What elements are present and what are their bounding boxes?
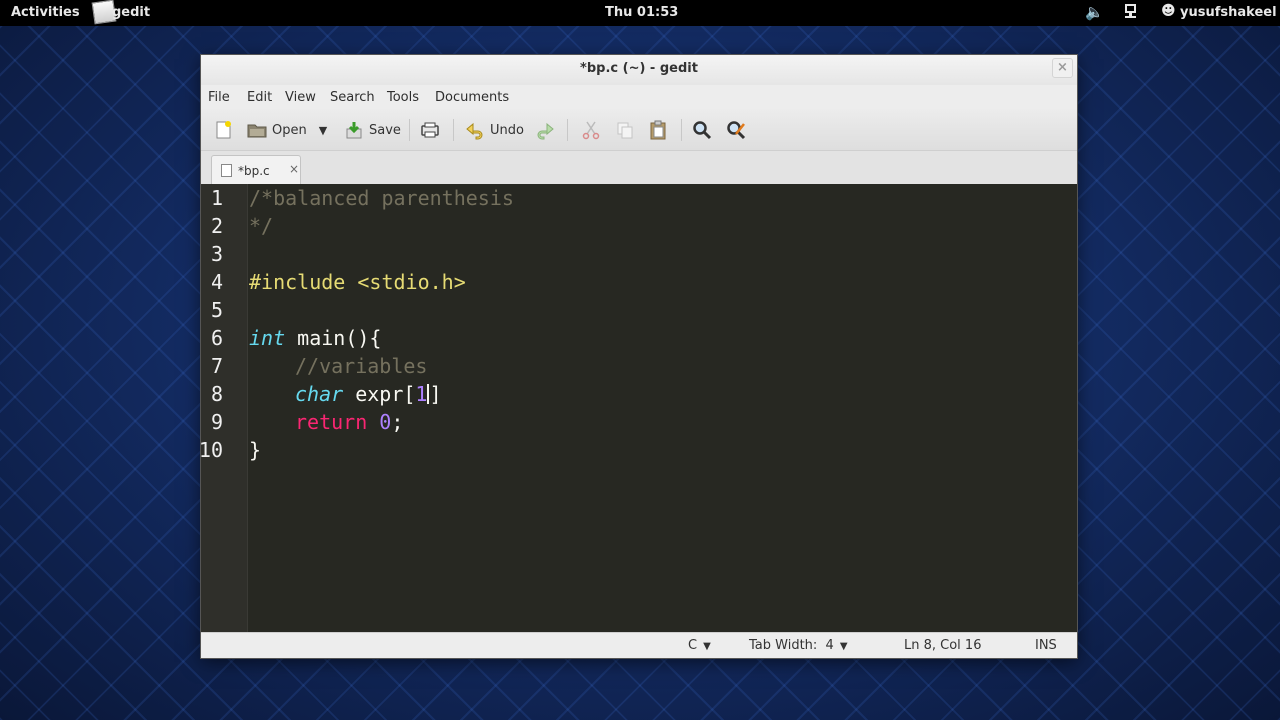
gedit-window: *bp.c (~) - gedit × File Edit View Searc… bbox=[198, 55, 1077, 658]
tab-close-icon[interactable]: × bbox=[289, 162, 299, 176]
find-replace-icon bbox=[726, 120, 746, 140]
code-line-10: } bbox=[249, 438, 262, 462]
language-label: C bbox=[688, 638, 698, 653]
toolbar-separator bbox=[453, 119, 454, 141]
undo-icon bbox=[465, 120, 485, 140]
language-selector[interactable]: C ▼ bbox=[688, 638, 711, 653]
activities-button[interactable]: Activities bbox=[11, 5, 80, 20]
menu-search[interactable]: Search bbox=[330, 90, 375, 105]
code-text: main(){ bbox=[285, 326, 382, 350]
find-replace-button[interactable] bbox=[726, 118, 746, 142]
keyword-token: return bbox=[295, 410, 368, 434]
network-icon[interactable] bbox=[1124, 4, 1137, 20]
line-number: 10 bbox=[198, 438, 223, 462]
code-line-6: int main(){ bbox=[249, 324, 381, 352]
line-number: 8 bbox=[210, 382, 223, 406]
close-window-button[interactable]: × bbox=[1052, 58, 1073, 78]
document-icon bbox=[221, 164, 232, 177]
tab-label: *bp.c bbox=[238, 164, 270, 178]
cut-icon bbox=[581, 120, 601, 140]
window-title: *bp.c (~) - gedit bbox=[580, 61, 698, 76]
new-document-button[interactable] bbox=[213, 118, 233, 142]
toolbar: Open ▼ Save Undo bbox=[201, 109, 1077, 151]
tab-bp-c[interactable]: *bp.c × bbox=[211, 155, 301, 184]
comment-token: //variables bbox=[295, 354, 428, 378]
tab-width-selector[interactable]: Tab Width: 4 ▼ bbox=[749, 638, 848, 653]
cursor-position: Ln 8, Col 16 bbox=[904, 638, 982, 653]
top-bar: Activities gedit Thu 01:53 🔈 ☻ yusufshak… bbox=[0, 0, 1280, 26]
open-button[interactable]: Open ▼ bbox=[247, 118, 327, 142]
window-titlebar[interactable]: *bp.c (~) - gedit × bbox=[201, 55, 1077, 85]
search-icon bbox=[692, 120, 712, 140]
code-line-9: return 0; bbox=[295, 408, 403, 436]
save-label: Save bbox=[369, 122, 401, 138]
chevron-down-icon: ▼ bbox=[703, 641, 711, 652]
line-number: 7 bbox=[210, 354, 223, 378]
number-token: 1 bbox=[415, 382, 428, 406]
find-button[interactable] bbox=[692, 118, 712, 142]
save-icon bbox=[344, 120, 364, 140]
close-icon: × bbox=[1057, 60, 1068, 75]
line-number: 6 bbox=[210, 326, 223, 350]
redo-icon bbox=[535, 120, 555, 140]
copy-button[interactable] bbox=[615, 118, 635, 142]
type-token: int bbox=[249, 326, 286, 350]
code-line-7: //variables bbox=[295, 352, 427, 380]
status-bar: C ▼ Tab Width: 4 ▼ Ln 8, Col 16 INS bbox=[201, 632, 1077, 658]
menu-file[interactable]: File bbox=[208, 90, 230, 105]
code-line-8: char expr[1] bbox=[295, 380, 442, 408]
code-text: ; bbox=[391, 410, 404, 434]
undo-label: Undo bbox=[490, 122, 524, 138]
code-editor[interactable]: 1 2 3 4 5 6 7 8 9 10 /*balanced parenthe… bbox=[198, 184, 1077, 632]
code-line-1: /*balanced parenthesis bbox=[249, 186, 514, 210]
line-number: 4 bbox=[210, 270, 223, 294]
menu-bar: File Edit View Search Tools Documents bbox=[201, 85, 1077, 109]
menu-tools[interactable]: Tools bbox=[387, 90, 419, 105]
user-menu[interactable]: yusufshakeel bbox=[1180, 5, 1277, 20]
clock[interactable]: Thu 01:53 bbox=[605, 5, 678, 20]
open-label: Open bbox=[272, 122, 307, 138]
redo-button[interactable] bbox=[535, 118, 555, 142]
print-icon bbox=[420, 120, 440, 140]
toolbar-separator bbox=[567, 119, 568, 141]
chevron-down-icon: ▼ bbox=[839, 641, 848, 652]
copy-icon bbox=[615, 120, 635, 140]
insert-mode: INS bbox=[1035, 638, 1057, 653]
undo-button[interactable]: Undo bbox=[465, 118, 524, 142]
folder-icon bbox=[247, 120, 267, 140]
save-button[interactable]: Save bbox=[344, 118, 401, 142]
toolbar-separator bbox=[681, 119, 682, 141]
toolbar-separator bbox=[409, 119, 410, 141]
type-token: char bbox=[295, 382, 344, 406]
include-directive: #include bbox=[249, 270, 358, 294]
number-token: 0 bbox=[379, 410, 392, 434]
line-number: 3 bbox=[210, 242, 223, 266]
open-recent-chevron-icon[interactable]: ▼ bbox=[319, 124, 327, 137]
tab-width-label: Tab Width: 4 bbox=[749, 638, 834, 653]
line-number-gutter: 1 2 3 4 5 6 7 8 9 10 bbox=[198, 184, 248, 632]
app-menu-button[interactable]: gedit bbox=[112, 5, 150, 20]
new-document-icon bbox=[213, 120, 233, 140]
paste-button[interactable] bbox=[648, 118, 668, 142]
line-number: 1 bbox=[210, 186, 223, 210]
line-number: 5 bbox=[210, 298, 223, 322]
code-text: ] bbox=[429, 382, 442, 406]
line-number: 9 bbox=[210, 410, 223, 434]
menu-view[interactable]: View bbox=[285, 90, 316, 105]
code-text: expr[ bbox=[343, 382, 416, 406]
include-header: <stdio.h> bbox=[357, 270, 466, 294]
code-line-4: #include <stdio.h> bbox=[249, 268, 466, 296]
menu-documents[interactable]: Documents bbox=[435, 90, 509, 105]
line-number: 2 bbox=[210, 214, 223, 238]
volume-icon[interactable]: 🔈 bbox=[1085, 3, 1104, 21]
menu-edit[interactable]: Edit bbox=[247, 90, 272, 105]
code-line-2: */ bbox=[249, 214, 274, 238]
print-button[interactable] bbox=[420, 118, 440, 142]
user-icon[interactable]: ☻ bbox=[1161, 3, 1176, 19]
document-tab-bar: *bp.c × bbox=[201, 151, 1077, 184]
cut-button[interactable] bbox=[581, 118, 601, 142]
paste-icon bbox=[648, 120, 668, 140]
